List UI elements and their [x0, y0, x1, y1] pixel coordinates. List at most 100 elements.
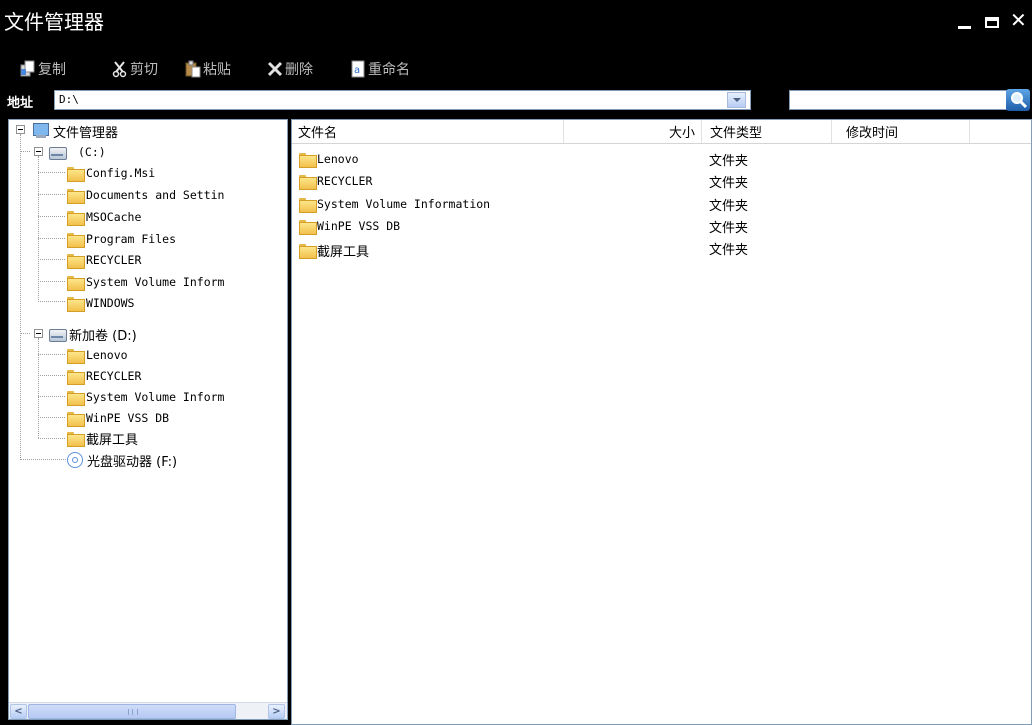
tree-connector [38, 238, 65, 239]
search-button[interactable] [1006, 89, 1030, 111]
delete-label: 删除 [285, 62, 313, 78]
folder-icon [67, 188, 85, 204]
tree-item-windows[interactable]: WINDOWS [67, 293, 134, 313]
tree-connector [38, 438, 65, 439]
tree-connector [38, 172, 65, 173]
tree-horizontal-scrollbar[interactable]: < > [9, 702, 287, 719]
tree-drive-d-label: 新加卷 (D:) [69, 328, 137, 344]
tree-drive-f-label: 光盘驱动器 (F:) [87, 454, 178, 470]
file-name: WinPE VSS DB [317, 219, 401, 233]
file-name: 截屏工具 [317, 245, 370, 260]
tree-root-computer[interactable]: 文件管理器 [32, 121, 118, 141]
tree-item-recycler-c[interactable]: RECYCLER [67, 250, 141, 270]
file-name-cell: System Volume Information [299, 197, 491, 213]
title-bar: 文件管理器 ✕ [0, 0, 1032, 48]
folder-icon [67, 411, 85, 427]
folder-icon [67, 431, 85, 447]
file-list-header: 文件名 大小 文件类型 修改时间 [292, 120, 1031, 144]
folder-icon [67, 232, 85, 248]
tree-item-msocache[interactable]: MSOCache [67, 207, 141, 227]
toolbar: 复制 剪切 粘贴 删除 a 重命名 [0, 48, 1032, 88]
tree-drive-d[interactable]: 新加卷 (D:) [48, 324, 137, 344]
file-list-row[interactable]: RECYCLER 文件夹 [292, 170, 1031, 192]
folder-icon [299, 219, 317, 235]
tree-item-label: WinPE VSS DB [86, 411, 170, 425]
file-name: RECYCLER [317, 174, 373, 188]
copy-button[interactable]: 复制 [19, 59, 66, 79]
column-header-name[interactable]: 文件名 [292, 120, 564, 143]
column-header-size[interactable]: 大小 [564, 120, 702, 143]
folder-icon [67, 253, 85, 269]
tree-item-label: System Volume Inform [86, 390, 225, 404]
rename-icon: a [349, 60, 367, 78]
folder-icon [67, 348, 85, 364]
tree-item-system-volume-d[interactable]: System Volume Inform [67, 387, 224, 407]
folder-icon [67, 390, 85, 406]
tree-item-label: Config.Msi [86, 166, 156, 180]
copy-label: 复制 [38, 62, 66, 78]
tree-connector [20, 459, 66, 460]
tree-connector [38, 216, 65, 217]
tree-item-label: WINDOWS [86, 296, 135, 310]
tree-collapse-toggle[interactable] [34, 147, 43, 156]
tree-item-winpe-vss-db[interactable]: WinPE VSS DB [67, 408, 169, 428]
tree-root-label: 文件管理器 [53, 125, 119, 141]
window-title: 文件管理器 [4, 10, 104, 34]
computer-icon [32, 123, 50, 139]
tree-item-screenshot-tool[interactable]: 截屏工具 [67, 428, 138, 448]
tree-item-recycler-d[interactable]: RECYCLER [67, 366, 141, 386]
tree-item-program-files[interactable]: Program Files [67, 229, 176, 249]
rename-button[interactable]: a 重命名 [349, 59, 410, 79]
cut-label: 剪切 [130, 62, 158, 78]
file-list-row[interactable]: System Volume Information 文件夹 [292, 193, 1031, 215]
tree-item-label: RECYCLER [86, 253, 142, 267]
file-name-cell: Lenovo [299, 152, 359, 168]
tree-item-system-volume-c[interactable]: System Volume Inform [67, 272, 224, 292]
paste-label: 粘贴 [203, 62, 231, 78]
file-list-row[interactable]: Lenovo 文件夹 [292, 148, 1031, 170]
folder-icon [67, 166, 85, 182]
maximize-icon[interactable] [985, 17, 999, 28]
tree-drive-c[interactable]: (C:) [48, 142, 106, 162]
tree-collapse-toggle[interactable] [34, 329, 43, 338]
folder-icon [299, 244, 317, 259]
tree-item-documents-and-settings[interactable]: Documents and Settin [67, 185, 224, 205]
scroll-right-button[interactable]: > [268, 704, 285, 719]
scroll-left-button[interactable]: < [10, 704, 27, 719]
close-icon[interactable]: ✕ [1010, 10, 1027, 30]
tree-item-lenovo[interactable]: Lenovo [67, 345, 128, 365]
hard-drive-icon [48, 327, 67, 342]
paste-icon [184, 60, 202, 78]
tree-drive-f[interactable]: 光盘驱动器 (F:) [66, 450, 177, 470]
scroll-thumb[interactable] [28, 704, 236, 719]
address-input[interactable]: D:\ [54, 90, 751, 110]
svg-text:a: a [354, 65, 360, 76]
file-name: System Volume Information [317, 197, 491, 211]
file-list-row[interactable]: WinPE VSS DB 文件夹 [292, 215, 1031, 237]
tree-connector [38, 301, 65, 302]
file-type: 文件夹 [709, 243, 749, 258]
column-header-modified[interactable]: 修改时间 [832, 120, 970, 143]
file-name-cell: 截屏工具 [299, 241, 369, 260]
delete-x-icon [266, 60, 284, 78]
file-name: Lenovo [317, 152, 359, 166]
magnifier-icon [1011, 92, 1028, 109]
search-input[interactable] [789, 90, 1007, 110]
tree-connector [38, 417, 65, 418]
minimize-icon[interactable] [958, 26, 971, 29]
tree-item-label: RECYCLER [86, 369, 142, 383]
file-list-panel: 文件名 大小 文件类型 修改时间 Lenovo 文件夹 RECYCLER 文件夹… [291, 119, 1032, 725]
cut-button[interactable]: 剪切 [111, 59, 158, 79]
tree-connector [20, 134, 21, 460]
rename-label: 重命名 [368, 62, 410, 78]
delete-button[interactable]: 删除 [266, 59, 313, 79]
address-dropdown-button[interactable] [727, 92, 746, 108]
column-header-type[interactable]: 文件类型 [702, 120, 832, 143]
tree-collapse-toggle[interactable] [16, 125, 25, 134]
tree-connector [38, 375, 65, 376]
file-list-row[interactable]: 截屏工具 文件夹 [292, 237, 1031, 260]
tree-item-label: MSOCache [86, 210, 142, 224]
tree-item-label: Documents and Settin [86, 188, 225, 202]
tree-item-config-msi[interactable]: Config.Msi [67, 163, 155, 183]
paste-button[interactable]: 粘贴 [184, 59, 231, 79]
